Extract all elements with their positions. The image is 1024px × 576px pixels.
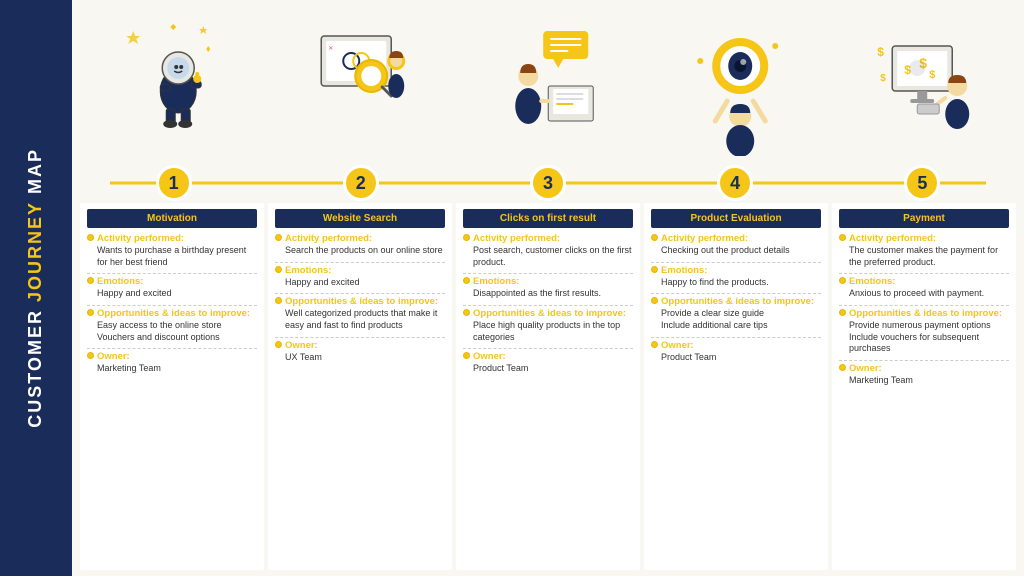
emotions-text-1: Happy and excited [87,288,257,300]
owner-title-4: Owner: [651,340,821,351]
owner-text-1: Marketing Team [87,363,257,375]
activity-title-4: Activity performed: [651,233,821,244]
owner-section-5: Owner: Marketing Team [839,363,1009,387]
emotions-text-3: Disappointed as the first results. [463,288,633,300]
opportunities-text-2: Well categorized products that make it e… [275,308,445,331]
main-content: ✕ [72,0,1024,576]
owner-section-2: Owner: UX Team [275,340,445,364]
svg-text:✕: ✕ [328,46,333,52]
activity-section-4: Activity performed: Checking out the pro… [651,233,821,257]
svg-text:$: $ [877,45,884,59]
emotions-title-1: Emotions: [87,276,257,287]
card-header-5: Payment [839,209,1009,228]
activity-text-4: Checking out the product details [651,245,821,257]
opportunities-section-3: Opportunities & ideas to improve: Place … [463,308,633,343]
emotions-title-2: Emotions: [275,265,445,276]
card-header-4: Product Evaluation [651,209,821,228]
owner-section-3: Owner: Product Team [463,351,633,375]
activity-text-2: Search the products on our online store [275,245,445,257]
card-header-2: Website Search [275,209,445,228]
emotions-title-3: Emotions: [463,276,633,287]
sidebar: CUSTOMER JOURNEY MAP [0,0,72,576]
step-5: 5 [904,165,940,201]
card-header-3: Clicks on first result [463,209,633,228]
opportunities-title-4: Opportunities & ideas to improve: [651,296,821,307]
opportunities-title-1: Opportunities & ideas to improve: [87,308,257,319]
sidebar-title: CUSTOMER JOURNEY MAP [26,148,46,428]
owner-title-2: Owner: [275,340,445,351]
illustration-3 [454,8,641,163]
activity-text-5: The customer makes the payment for the p… [839,245,1009,268]
opportunities-title-3: Opportunities & ideas to improve: [463,308,633,319]
opportunities-text-3: Place high quality products in the top c… [463,320,633,343]
step-3: 3 [530,165,566,201]
opportunities-title-2: Opportunities & ideas to improve: [275,296,445,307]
card-1: Motivation Activity performed: Wants to … [80,203,264,570]
emotions-section-5: Emotions: Anxious to proceed with paymen… [839,276,1009,300]
emotions-section-3: Emotions: Disappointed as the first resu… [463,276,633,300]
card-2: Website Search Activity performed: Searc… [268,203,452,570]
illustration-2: ✕ [267,8,454,163]
activity-title-2: Activity performed: [275,233,445,244]
step-4: 4 [717,165,753,201]
svg-text:$: $ [880,73,886,84]
activity-section-2: Activity performed: Search the products … [275,233,445,257]
owner-title-5: Owner: [839,363,1009,374]
timeline-row: 1 2 3 4 5 [80,165,1016,201]
owner-text-5: Marketing Team [839,375,1009,387]
owner-text-2: UX Team [275,352,445,364]
opportunities-text-1: Easy access to the online storeVouchers … [87,320,257,343]
owner-title-3: Owner: [463,351,633,362]
activity-text-1: Wants to purchase a birthday present for… [87,245,257,268]
illustration-5: $ $ $ $ $ [829,8,1016,163]
activity-section-1: Activity performed: Wants to purchase a … [87,233,257,268]
emotions-text-5: Anxious to proceed with payment. [839,288,1009,300]
opportunities-section-2: Opportunities & ideas to improve: Well c… [275,296,445,331]
emotions-title-5: Emotions: [839,276,1009,287]
cards-row: Motivation Activity performed: Wants to … [80,203,1016,570]
emotions-section-2: Emotions: Happy and excited [275,265,445,289]
emotions-title-4: Emotions: [651,265,821,276]
timeline-steps: 1 2 3 4 5 [80,165,1016,201]
opportunities-title-5: Opportunities & ideas to improve: [839,308,1009,319]
activity-text-3: Post search, customer clicks on the firs… [463,245,633,268]
owner-title-1: Owner: [87,351,257,362]
step-2: 2 [343,165,379,201]
activity-title-3: Activity performed: [463,233,633,244]
card-header-1: Motivation [87,209,257,228]
emotions-text-2: Happy and excited [275,277,445,289]
opportunities-section-5: Opportunities & ideas to improve: Provid… [839,308,1009,355]
card-5: Payment Activity performed: The customer… [832,203,1016,570]
step-1: 1 [156,165,192,201]
opportunities-section-4: Opportunities & ideas to improve: Provid… [651,296,821,331]
card-3: Clicks on first result Activity performe… [456,203,640,570]
owner-text-4: Product Team [651,352,821,364]
emotions-section-1: Emotions: Happy and excited [87,276,257,300]
owner-section-4: Owner: Product Team [651,340,821,364]
opportunities-text-5: Provide numerous payment optionsInclude … [839,320,1009,355]
illustration-1 [80,8,267,163]
emotions-section-4: Emotions: Happy to find the products. [651,265,821,289]
opportunities-text-4: Provide a clear size guideInclude additi… [651,308,821,331]
opportunities-section-1: Opportunities & ideas to improve: Easy a… [87,308,257,343]
activity-title-5: Activity performed: [839,233,1009,244]
emotions-text-4: Happy to find the products. [651,277,821,289]
illustrations-row: ✕ [80,8,1016,163]
illustration-4 [642,8,829,163]
activity-section-5: Activity performed: The customer makes t… [839,233,1009,268]
svg-text:$: $ [929,69,935,81]
owner-section-1: Owner: Marketing Team [87,351,257,375]
owner-text-3: Product Team [463,363,633,375]
activity-section-3: Activity performed: Post search, custome… [463,233,633,268]
card-4: Product Evaluation Activity performed: C… [644,203,828,570]
activity-title-1: Activity performed: [87,233,257,244]
